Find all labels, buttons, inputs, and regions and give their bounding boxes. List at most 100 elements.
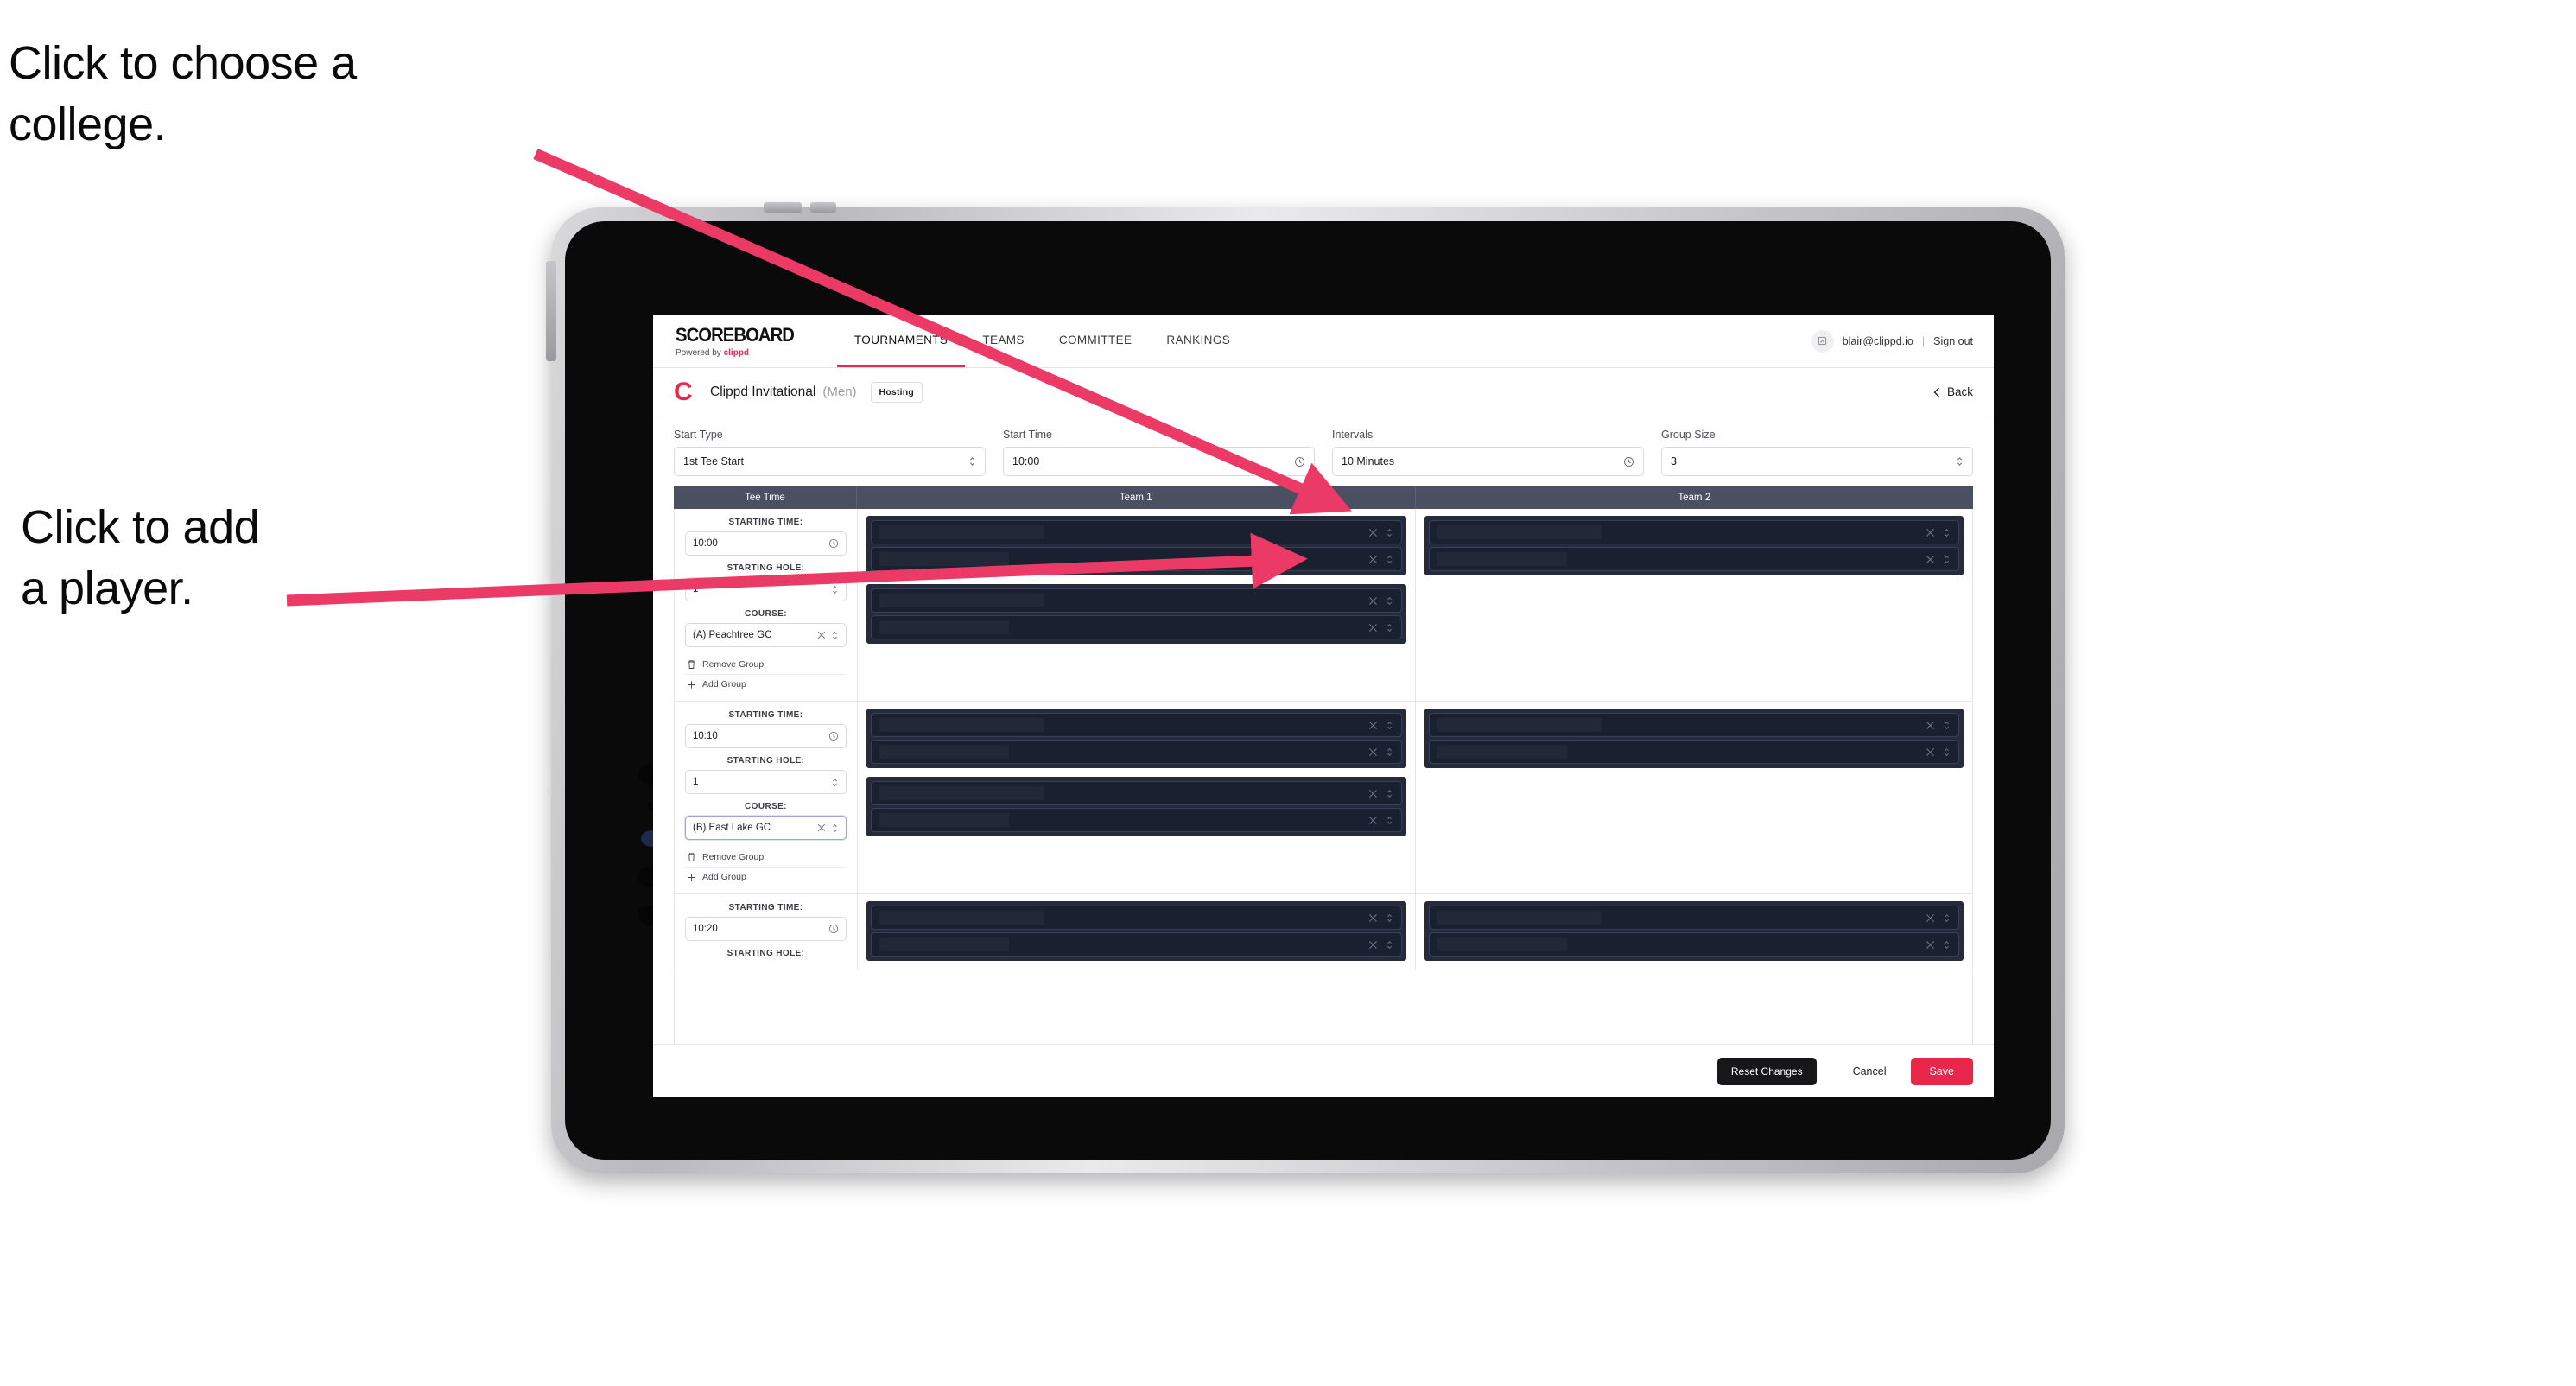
starting-hole-input[interactable]: 1 [685,577,847,601]
player-slot-controls[interactable] [1926,720,1951,731]
player-slot[interactable] [871,740,1402,764]
player-slot-controls[interactable] [1368,720,1393,731]
player-slot[interactable] [871,615,1402,639]
player-slot[interactable] [871,906,1402,930]
start-time-input[interactable]: 10:00 [1003,447,1315,476]
back-link[interactable]: Back [1933,385,1973,398]
field-start-time: Start Time 10:00 [1003,429,1315,476]
team-2-cell [1416,894,1973,970]
player-slot-controls[interactable] [1368,912,1393,924]
reset-changes-button[interactable]: Reset Changes [1716,1057,1817,1085]
player-slot[interactable] [1428,906,1959,930]
remove-group-button[interactable]: Remove Group [685,655,847,675]
tournament-gender: (Men) [822,385,857,399]
intervals-value: 10 Minutes [1342,455,1395,467]
player-slot[interactable] [871,808,1402,832]
player-slot[interactable] [1428,740,1959,764]
table-row: STARTING TIME: 10:00 STARTING HOLE: 1 COURSE… [675,509,1972,702]
group-size-value: 3 [1671,455,1677,467]
add-group-button[interactable]: Add Group [685,868,847,887]
player-slot-controls[interactable] [1926,747,1951,758]
brand-logo[interactable]: SCOREBOARD Powered by clippd [676,315,837,367]
starting-hole-input[interactable]: 1 [685,770,847,794]
team-1-cell [858,702,1416,893]
course-label: COURSE: [745,802,787,811]
team-2-cell [1416,702,1973,893]
player-slot-controls[interactable] [1368,788,1393,799]
add-group-button[interactable]: Add Group [685,675,847,694]
clock-icon[interactable] [828,538,839,549]
trash-icon [687,659,696,670]
course-select-value: (A) Peachtree GC [693,630,772,640]
player-slot[interactable] [871,932,1402,957]
start-time-value: 10:00 [1012,455,1040,467]
team-group-block [866,709,1406,768]
player-slot-controls[interactable] [1368,815,1393,826]
player-name-redacted [1437,745,1567,759]
column-header-tee-time: Tee Time [674,486,857,509]
tablet-device: SCOREBOARD Powered by clippd TOURNAMENTS… [546,202,2065,1173]
brand-subtitle: Powered by clippd [676,348,804,358]
player-slot-controls[interactable] [1368,939,1393,950]
stepper-icon[interactable] [1956,455,1964,467]
start-type-select[interactable]: 1st Tee Start [674,447,986,476]
power-button[interactable] [764,202,802,213]
intervals-input[interactable]: 10 Minutes [1332,447,1644,476]
volume-button[interactable] [810,202,836,213]
web-app-window: SCOREBOARD Powered by clippd TOURNAMENTS… [653,315,1994,1097]
starting-time-input[interactable]: 10:00 [685,531,847,556]
player-slot-controls[interactable] [1926,939,1951,950]
player-slot-controls[interactable] [1368,622,1393,633]
cancel-button[interactable]: Cancel [1834,1058,1906,1085]
player-slot[interactable] [1428,520,1959,544]
nav-item-tournaments[interactable]: TOURNAMENTS [836,315,966,367]
player-slot[interactable] [1428,932,1959,957]
starting-time-input[interactable]: 10:20 [685,917,847,941]
player-name-redacted [879,594,1044,607]
settings-row: Start Type 1st Tee Start Start Time 10:0… [653,416,1994,486]
clear-and-stepper-icon[interactable] [817,823,839,834]
player-slot-controls[interactable] [1368,527,1393,538]
player-slot-controls[interactable] [1926,527,1951,538]
course-select[interactable]: (B) East Lake GC [685,816,847,840]
plus-icon [687,680,696,690]
nav-item-committee[interactable]: COMMITTEE [1042,315,1150,367]
group-size-select[interactable]: 3 [1661,447,1973,476]
sign-out-link[interactable]: Sign out [1933,335,1973,347]
player-slot[interactable] [871,588,1402,613]
starting-time-label: STARTING TIME: [728,903,803,912]
player-slot[interactable] [1428,547,1959,571]
clock-icon[interactable] [1623,456,1634,467]
player-slot-controls[interactable] [1926,554,1951,565]
nav-item-teams[interactable]: TEAMS [965,315,1042,367]
save-button[interactable]: Save [1910,1057,1973,1085]
player-name-redacted [879,718,1044,732]
account-area: blair@clippd.io | Sign out [1811,315,1994,367]
clock-icon[interactable] [1294,456,1305,467]
player-slot-controls[interactable] [1368,554,1393,565]
course-select[interactable]: (A) Peachtree GC [685,623,847,647]
nav-item-rankings[interactable]: RANKINGS [1149,315,1247,367]
side-button[interactable] [546,261,556,361]
remove-group-button[interactable]: Remove Group [685,848,847,868]
stepper-icon[interactable] [831,584,839,595]
starting-time-input[interactable]: 10:10 [685,724,847,748]
player-slot[interactable] [871,713,1402,737]
nav-label: TOURNAMENTS [853,333,949,346]
player-slot-controls[interactable] [1926,912,1951,924]
player-slot[interactable] [1428,713,1959,737]
clock-icon[interactable] [828,924,839,934]
player-slot-controls[interactable] [1368,747,1393,758]
clock-icon[interactable] [828,731,839,741]
player-slot-controls[interactable] [1368,595,1393,607]
back-label: Back [1946,385,1973,398]
player-slot[interactable] [871,547,1402,571]
player-name-redacted [1437,552,1567,566]
player-slot[interactable] [871,781,1402,805]
player-slot[interactable] [871,520,1402,544]
user-icon[interactable] [1811,329,1834,353]
stepper-icon[interactable] [968,455,976,467]
add-group-label: Add Group [702,872,746,882]
stepper-icon[interactable] [831,777,839,788]
clear-and-stepper-icon[interactable] [817,630,839,641]
